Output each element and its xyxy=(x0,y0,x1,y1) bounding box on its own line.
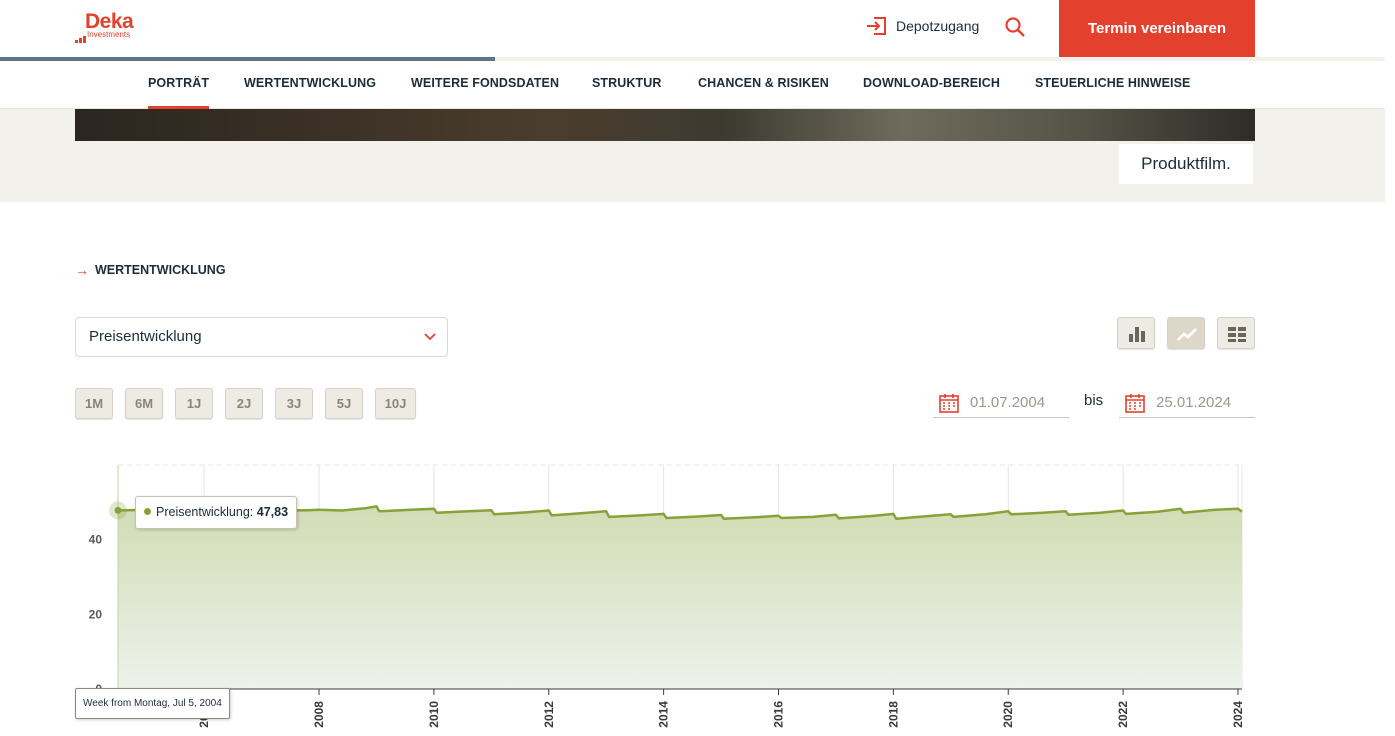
tooltip-series-label: Preisentwicklung: xyxy=(156,505,254,519)
range-button-1j[interactable]: 1J xyxy=(175,388,213,419)
section-title-text: WERTENTWICKLUNG xyxy=(95,263,226,277)
chart-type-select[interactable]: Preisentwicklung xyxy=(75,317,448,357)
range-button-2j[interactable]: 2J xyxy=(225,388,263,419)
bar-chart-view-button[interactable] xyxy=(1117,317,1155,349)
hero-section: Produktfilm. xyxy=(0,109,1385,202)
tooltip-value: 47,83 xyxy=(256,505,289,519)
depot-label: Depotzugang xyxy=(896,18,980,34)
x-tick-label: 2016 xyxy=(772,701,786,728)
line-chart-view-button[interactable] xyxy=(1167,317,1205,349)
arrow-right-icon: → xyxy=(75,262,89,278)
date-to-value: 25.01.2024 xyxy=(1156,394,1232,411)
section-nav: PORTRÄT WERTENTWICKLUNG WEITERE FONDSDAT… xyxy=(0,61,1385,109)
y-tick-label: 40 xyxy=(89,533,103,547)
x-tick-label: 2008 xyxy=(312,701,326,728)
calendar-icon xyxy=(939,393,959,413)
x-tick-label: 2010 xyxy=(427,701,441,728)
top-bar: Deka Investments Depotzugang Termin vere… xyxy=(0,0,1395,58)
chart-type-select-value: Preisentwicklung xyxy=(89,328,202,345)
range-button-6m[interactable]: 6M xyxy=(125,388,163,419)
bar-chart-icon xyxy=(1129,327,1145,342)
calendar-icon xyxy=(1125,393,1145,413)
deka-logo[interactable]: Deka Investments xyxy=(75,10,165,43)
hero-image xyxy=(75,109,1255,141)
hover-point xyxy=(114,506,122,514)
range-button-5j[interactable]: 5J xyxy=(325,388,363,419)
x-tick-label: 2020 xyxy=(1001,701,1015,728)
date-separator: bis xyxy=(1084,392,1104,409)
table-view-button[interactable] xyxy=(1217,317,1255,349)
nav-item-download-bereich[interactable]: DOWNLOAD-BEREICH xyxy=(863,61,1000,109)
depot-login-link[interactable]: Depotzugang xyxy=(866,15,979,37)
table-icon xyxy=(1228,327,1246,342)
appointment-button[interactable]: Termin vereinbaren xyxy=(1059,0,1255,57)
x-tick-label: 2012 xyxy=(542,701,556,728)
chart-x-tooltip: Week from Montag, Jul 5, 2004 xyxy=(75,688,230,719)
x-tick-label: 2018 xyxy=(886,701,900,728)
product-film-button[interactable]: Produktfilm. xyxy=(1119,144,1253,184)
series-dot-icon xyxy=(144,508,151,515)
line-chart-icon xyxy=(1177,328,1197,341)
date-to-field[interactable]: 25.01.2024 xyxy=(1119,388,1255,418)
search-icon[interactable] xyxy=(1004,16,1026,38)
date-from-value: 01.07.2004 xyxy=(970,394,1046,411)
nav-item-steuerliche-hinweise[interactable]: STEUERLICHE HINWEISE xyxy=(1035,61,1191,109)
nav-item-chancen-risiken[interactable]: CHANCEN & RISIKEN xyxy=(698,61,829,109)
x-tick-label: 2022 xyxy=(1116,701,1130,728)
chevron-down-icon xyxy=(424,333,436,341)
date-from-field[interactable]: 01.07.2004 xyxy=(933,388,1069,418)
section-heading: → WERTENTWICKLUNG xyxy=(75,262,226,278)
range-button-10j[interactable]: 10J xyxy=(375,388,416,419)
x-tick-label: 2014 xyxy=(657,701,671,728)
range-button-1m[interactable]: 1M xyxy=(75,388,113,419)
logo-subtitle: Investments xyxy=(87,30,131,39)
x-tick-label: 2024 xyxy=(1231,701,1245,728)
y-tick-label: 20 xyxy=(89,607,103,621)
nav-item-portraet[interactable]: PORTRÄT xyxy=(148,61,210,109)
chart-tooltip: Preisentwicklung: 47,83 xyxy=(135,496,298,529)
nav-item-weitere-fondsdaten[interactable]: WEITERE FONDSDATEN xyxy=(411,61,559,109)
nav-item-struktur[interactable]: STRUKTUR xyxy=(592,61,662,109)
range-button-3j[interactable]: 3J xyxy=(275,388,313,419)
series-area xyxy=(118,506,1242,689)
login-icon xyxy=(867,17,886,35)
nav-item-wertentwicklung[interactable]: WERTENTWICKLUNG xyxy=(244,61,376,109)
